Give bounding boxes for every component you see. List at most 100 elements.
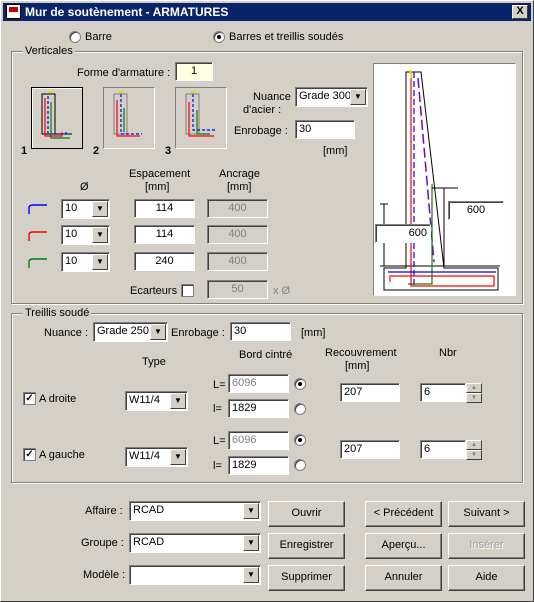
a-gauche-l-radio[interactable] [294, 459, 306, 471]
a-droite-type-select[interactable]: W11/4 ▼ [125, 391, 188, 411]
shape-2-icon [113, 91, 142, 137]
enregistrer-button[interactable]: Enregistrer [268, 533, 345, 559]
wall-diagram [373, 63, 516, 296]
diam-select-2[interactable]: 10 ▼ [61, 225, 110, 245]
col-type-header: Type [142, 356, 166, 368]
chevron-down-icon[interactable]: ▼ [243, 503, 259, 519]
radio-barre[interactable] [69, 31, 81, 43]
forme-field[interactable]: 1 [175, 62, 213, 81]
apercu-button[interactable]: Aperçu... [365, 533, 442, 559]
nuance-acier-value: Grade 300 [299, 90, 351, 102]
shape-1-panel[interactable] [31, 87, 83, 149]
espacement-field-1[interactable]: 114 [134, 199, 195, 218]
suivant-button[interactable]: Suivant > [448, 501, 525, 527]
affaire-value: RCAD [133, 504, 165, 516]
a-droite-l-radio[interactable] [294, 403, 306, 415]
chevron-down-icon[interactable]: ▼ [92, 227, 108, 243]
shape-2-panel[interactable] [103, 87, 155, 149]
a-gauche-recouvrement-field[interactable]: 207 [340, 440, 400, 459]
supprimer-button[interactable]: Supprimer [268, 565, 345, 591]
chevron-down-icon[interactable]: ▼ [92, 201, 108, 217]
shape-3-panel[interactable] [175, 87, 227, 149]
bar-green-icon [28, 258, 47, 268]
chevron-down-icon[interactable]: ▼ [170, 449, 186, 465]
radio-barres-treillis[interactable] [213, 31, 225, 43]
a-droite-nbr-up[interactable]: ▲ [466, 383, 482, 393]
shape-2-number: 2 [93, 145, 100, 157]
a-droite-recouvrement-field[interactable]: 207 [340, 383, 400, 402]
a-gauche-L-field[interactable]: 6096 [228, 431, 289, 450]
modele-select[interactable]: ▼ [129, 565, 261, 585]
a-gauche-L-radio[interactable] [294, 434, 306, 446]
groupe-select[interactable]: RCAD ▼ [129, 533, 261, 553]
treillis-nuance-select[interactable]: Grade 250 ▼ [93, 322, 168, 342]
a-gauche-l-field[interactable]: 1829 [228, 456, 289, 475]
treillis-enrobage-label: Enrobage : [171, 327, 225, 339]
a-gauche-label: A gauche [39, 449, 85, 461]
wall-section-drawing [380, 69, 500, 291]
a-droite-nbr-field[interactable]: 6 [420, 383, 466, 402]
treillis-enrobage-field[interactable]: 30 [230, 322, 291, 341]
a-gauche-type-select[interactable]: W11/4 ▼ [125, 447, 188, 467]
ancrage-field-2: 400 [207, 225, 268, 244]
bar-red-icon [28, 231, 47, 241]
a-gauche-nbr-field[interactable]: 6 [420, 440, 466, 459]
aide-button[interactable]: Aide [448, 565, 525, 591]
enrobage-unit: [mm] [323, 145, 348, 157]
a-droite-checkbox[interactable]: ✓ [23, 392, 36, 405]
col-diam-header: Ø [80, 181, 89, 193]
diam-select-1[interactable]: 10 ▼ [61, 199, 110, 219]
a-droite-L-field[interactable]: 6096 [228, 374, 289, 393]
col-espacement-unit: [mm] [145, 181, 170, 193]
chevron-down-icon[interactable]: ▼ [243, 567, 259, 583]
shape-1-number: 1 [21, 145, 28, 157]
dialog-window: Mur de soutènement - ARMATURES X Barre B… [0, 0, 534, 602]
ancrage-field-3: 400 [207, 252, 268, 271]
espacement-field-2[interactable]: 114 [134, 225, 195, 244]
enrobage-field[interactable]: 30 [295, 120, 355, 139]
treillis-enrobage-unit: [mm] [301, 327, 326, 339]
a-droite-L-radio[interactable] [294, 378, 306, 390]
chevron-down-icon[interactable]: ▼ [350, 89, 366, 105]
a-droite-l-field[interactable]: 1829 [228, 399, 289, 418]
a-gauche-nbr-down[interactable]: ▼ [466, 450, 482, 460]
ancrage-field-1: 400 [207, 199, 268, 218]
shape-3-icon [185, 91, 216, 137]
annuler-button[interactable]: Annuler [365, 565, 442, 591]
chevron-down-icon[interactable]: ▼ [150, 324, 166, 340]
chevron-down-icon[interactable]: ▼ [170, 393, 186, 409]
precedent-button[interactable]: < Précédent [365, 501, 442, 527]
nuance-label-2: d'acier : [243, 104, 282, 116]
col-bord-header: Bord cintré [239, 349, 293, 361]
diam-value-2: 10 [65, 228, 78, 240]
affaire-select[interactable]: RCAD ▼ [129, 501, 261, 521]
nuance-acier-select[interactable]: Grade 300 ▼ [295, 87, 368, 107]
enrobage-label: Enrobage : [234, 125, 288, 137]
col-ancrage-unit: [mm] [227, 181, 252, 193]
ecarteurs-unit: x Ø [273, 285, 291, 297]
espacement-field-3[interactable]: 240 [134, 252, 195, 271]
ouvrir-button[interactable]: Ouvrir [268, 501, 345, 527]
forme-label: Forme d'armature : [77, 67, 171, 79]
a-droite-label: A droite [39, 393, 77, 405]
a-droite-nbr-down[interactable]: ▼ [466, 393, 482, 403]
bar-blue-icon [28, 204, 47, 214]
a-gauche-nbr-up[interactable]: ▲ [466, 440, 482, 450]
col-recouvrement-header: Recouvrement [325, 347, 397, 359]
chevron-down-icon[interactable]: ▼ [92, 254, 108, 270]
a-gauche-checkbox[interactable]: ✓ [23, 448, 36, 461]
chevron-down-icon[interactable]: ▼ [243, 535, 259, 551]
diam-select-3[interactable]: 10 ▼ [61, 252, 110, 272]
close-button[interactable]: X [512, 5, 528, 19]
nuance-label-1: Nuance [253, 91, 291, 103]
a-gauche-L-label: L= [213, 435, 226, 447]
treillis-group-label: Treillis soudé [23, 307, 92, 319]
inserer-button: Insérer [448, 533, 525, 559]
a-droite-L-label: L= [213, 379, 226, 391]
groupe-value: RCAD [133, 536, 165, 548]
title-bar[interactable]: Mur de soutènement - ARMATURES X [3, 3, 531, 21]
dim-vertical-left: 600 [375, 224, 431, 243]
treillis-nuance-label: Nuance : [44, 327, 89, 339]
app-icon [6, 4, 21, 19]
ecarteurs-checkbox[interactable] [181, 284, 194, 297]
